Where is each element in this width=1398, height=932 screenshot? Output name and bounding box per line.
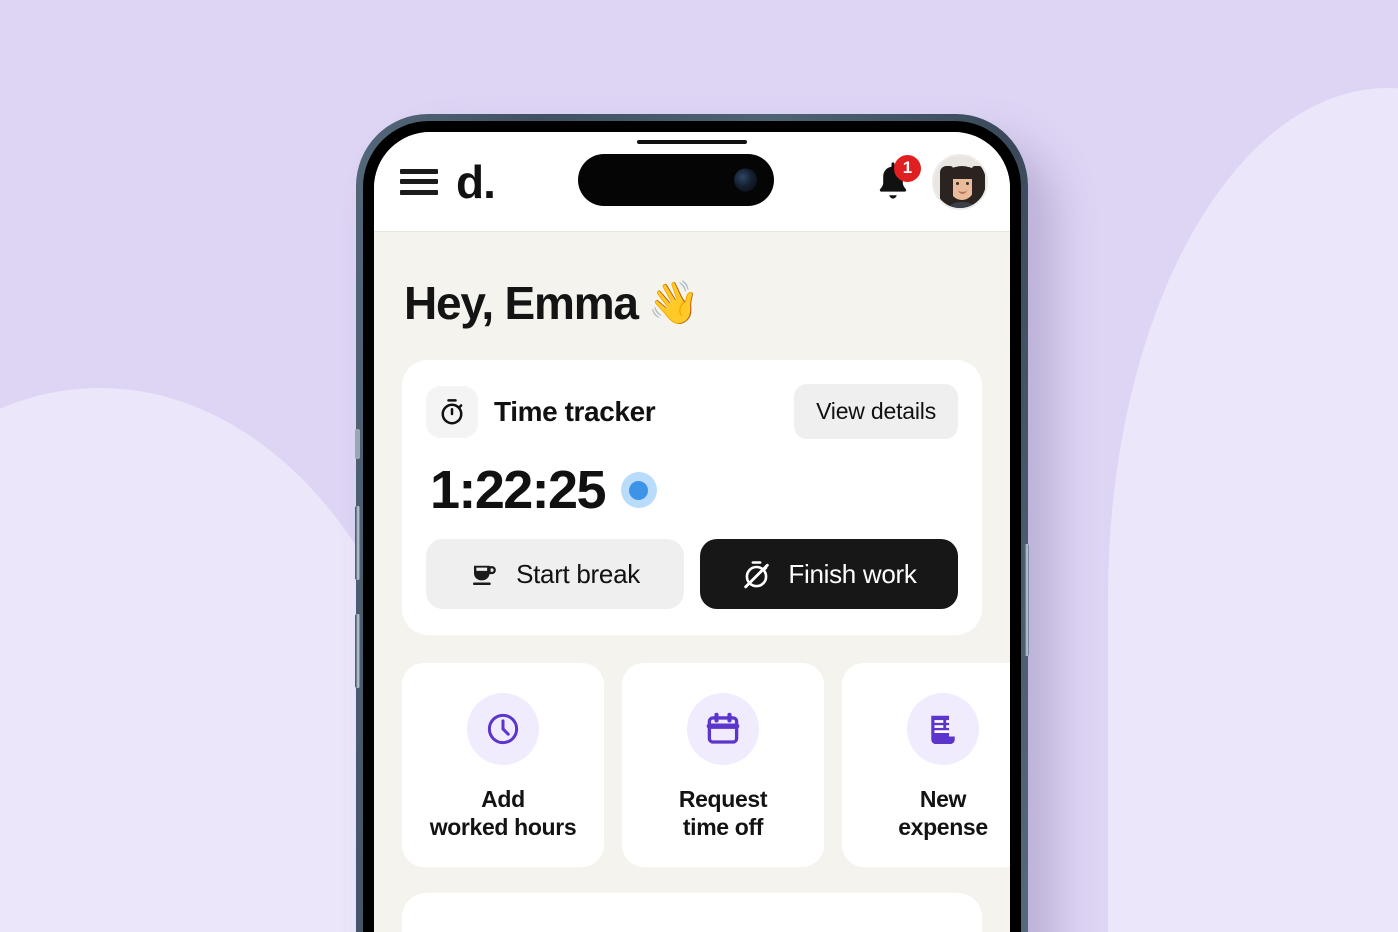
stopwatch-off-icon xyxy=(744,560,770,588)
quick-action-new-expense[interactable]: New expense xyxy=(842,663,1010,867)
avatar-eye xyxy=(956,181,959,185)
time-tracker-card: Time tracker View details 1:22:25 Start … xyxy=(402,360,982,635)
volume-up-button[interactable] xyxy=(355,506,360,580)
running-status-indicator xyxy=(620,472,657,508)
phone-bezel: d. 1 Hey, Emma 👋 Time tracker View detai… xyxy=(363,121,1021,932)
status-dot xyxy=(629,480,649,500)
avatar-hair-left xyxy=(940,165,953,208)
silence-switch[interactable] xyxy=(355,429,360,459)
front-camera-icon xyxy=(734,168,757,192)
page-title: Hey, Emma 👋 xyxy=(402,232,982,360)
receipt-icon xyxy=(907,692,979,765)
quick-action-label: Request time off xyxy=(678,785,768,840)
background-blob-right xyxy=(1108,88,1398,932)
time-tracker-actions: Start break Finish work xyxy=(426,539,958,609)
dynamic-island xyxy=(578,154,774,206)
hamburger-menu-icon[interactable] xyxy=(400,168,438,195)
screenshot-stage: d. 1 Hey, Emma 👋 Time tracker View detai… xyxy=(0,0,1398,932)
app-top-bar: d. 1 xyxy=(374,132,1010,232)
finish-work-button[interactable]: Finish work xyxy=(700,539,958,609)
quick-actions-row: Add worked hours Request time off New ex… xyxy=(402,663,1010,867)
hamburger-line xyxy=(400,168,438,174)
finish-work-label: Finish work xyxy=(788,558,917,589)
hamburger-line xyxy=(400,179,438,184)
app-logo[interactable]: d. xyxy=(456,159,496,205)
avatar-eye xyxy=(966,181,969,185)
quick-action-label: New expense xyxy=(898,785,988,840)
next-card-partial[interactable] xyxy=(402,893,982,932)
earpiece-speaker xyxy=(637,140,747,144)
view-details-button[interactable]: View details xyxy=(794,384,958,439)
quick-action-request-time-off[interactable]: Request time off xyxy=(622,663,824,867)
waving-hand-icon: 👋 xyxy=(647,278,700,326)
coffee-cup-icon xyxy=(473,565,496,585)
volume-down-button[interactable] xyxy=(355,614,360,688)
greeting-text: Hey, Emma xyxy=(404,277,639,329)
start-break-label: Start break xyxy=(516,558,640,589)
avatar-hair-right xyxy=(972,165,985,208)
hamburger-line xyxy=(400,189,438,195)
notifications-button[interactable]: 1 xyxy=(872,154,921,205)
quick-action-label: Add worked hours xyxy=(429,785,577,840)
timer-row: 1:22:25 xyxy=(426,439,958,539)
clock-icon xyxy=(467,692,539,765)
receipt-glyph xyxy=(931,715,955,744)
quick-action-add-worked-hours[interactable]: Add worked hours xyxy=(402,663,604,867)
top-bar-actions: 1 xyxy=(872,153,988,210)
start-break-button[interactable]: Start break xyxy=(426,539,684,609)
power-button[interactable] xyxy=(1024,544,1029,656)
app-content: Hey, Emma 👋 Time tracker View details 1:… xyxy=(374,232,1010,932)
notification-badge: 1 xyxy=(894,154,921,182)
phone-screen: d. 1 Hey, Emma 👋 Time tracker View detai… xyxy=(374,132,1010,932)
calendar-icon xyxy=(687,692,759,765)
elapsed-time: 1:22:25 xyxy=(430,460,607,520)
time-tracker-title: Time tracker xyxy=(494,395,656,427)
phone-device-frame: d. 1 Hey, Emma 👋 Time tracker View detai… xyxy=(355,114,1029,932)
time-tracker-header: Time tracker View details xyxy=(426,384,958,439)
stopwatch-icon xyxy=(426,385,478,438)
avatar[interactable] xyxy=(932,153,988,210)
